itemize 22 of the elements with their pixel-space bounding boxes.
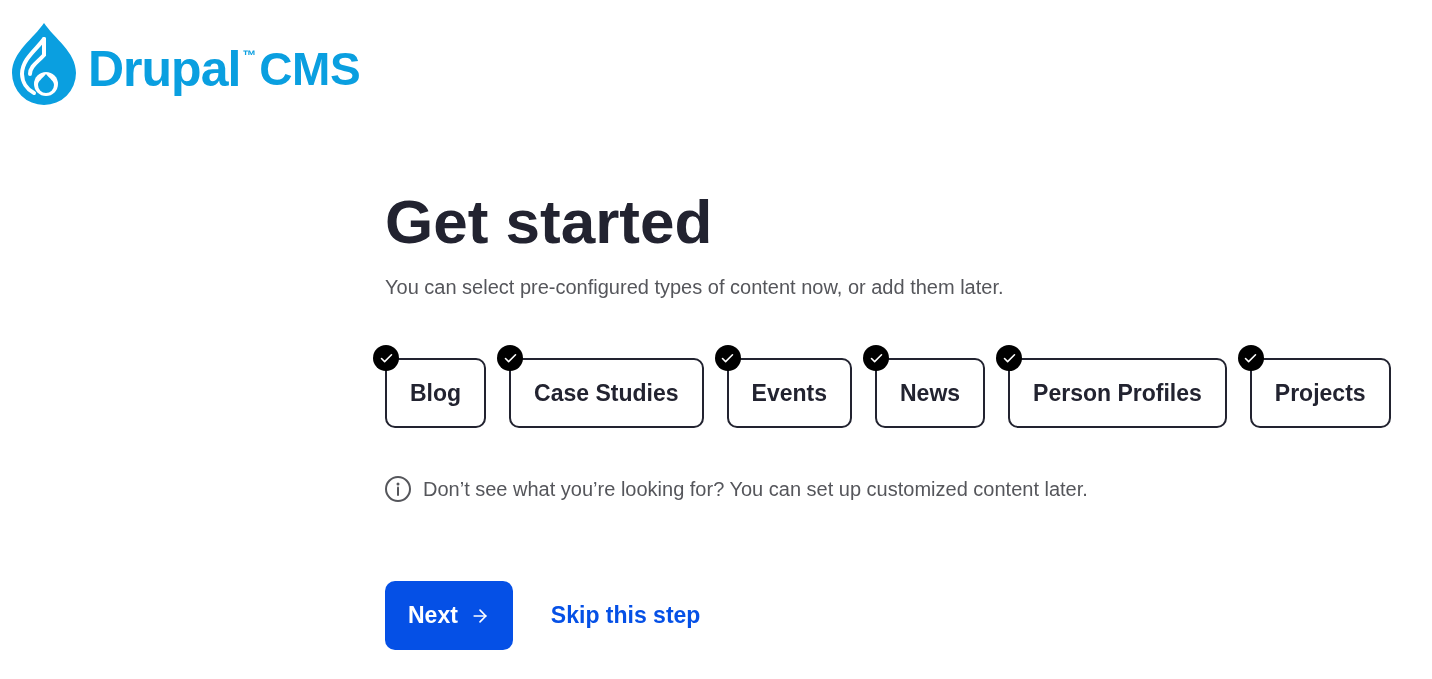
drop-logo-icon bbox=[10, 22, 78, 106]
content-type-toggle[interactable]: Person Profiles bbox=[1008, 358, 1227, 428]
next-button[interactable]: Next bbox=[385, 581, 513, 650]
check-icon bbox=[1237, 345, 1264, 371]
page-subtitle: You can select pre-configured types of content now, or add them later. bbox=[385, 275, 1004, 300]
info-note: Don’t see what you’re looking for? You can set up customized content later. bbox=[423, 477, 1088, 502]
page-heading: Get started bbox=[385, 186, 713, 258]
logo-wordmark: Drupal bbox=[88, 40, 241, 98]
content-type-toggle[interactable]: News bbox=[875, 358, 986, 428]
content-type-toggle[interactable]: Case Studies bbox=[509, 358, 704, 428]
trademark-symbol: ™ bbox=[242, 46, 257, 64]
content-type-toggle[interactable]: Projects bbox=[1249, 358, 1391, 428]
content-type-toggle[interactable]: Events bbox=[726, 358, 852, 428]
info-icon bbox=[385, 476, 411, 502]
check-icon bbox=[996, 345, 1023, 371]
check-icon bbox=[863, 345, 889, 371]
skip-link[interactable]: Skip this step bbox=[550, 598, 701, 633]
check-icon bbox=[373, 345, 399, 371]
logo-product-name: CMS bbox=[259, 42, 361, 97]
check-icon bbox=[497, 345, 524, 371]
check-icon bbox=[714, 345, 741, 371]
content-type-toggle[interactable]: Blog bbox=[385, 358, 487, 428]
